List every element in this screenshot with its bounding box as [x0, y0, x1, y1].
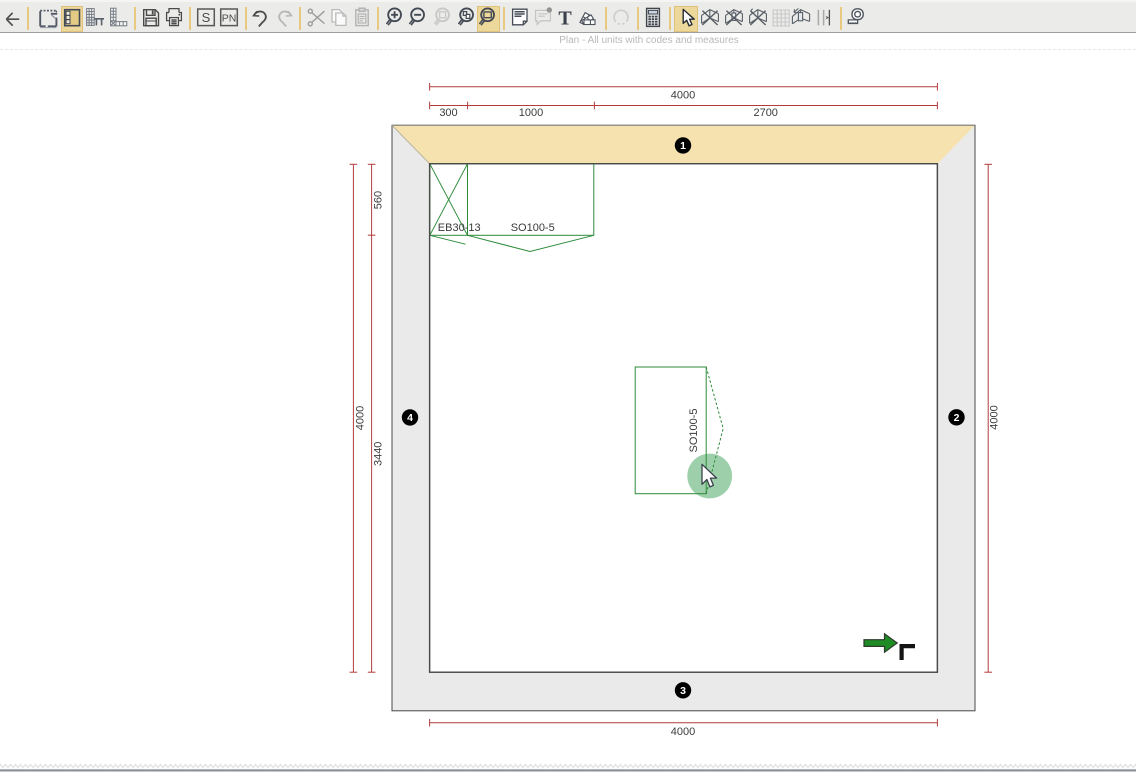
svg-text:560: 560 [373, 191, 385, 209]
svg-text:2: 2 [954, 412, 960, 424]
svg-text:S: S [201, 10, 210, 25]
svg-text:3: 3 [680, 685, 686, 697]
svg-text:2700: 2700 [753, 107, 777, 119]
svg-text:3440: 3440 [373, 442, 385, 466]
svg-text:4000: 4000 [671, 90, 695, 102]
svg-text:1: 1 [680, 140, 686, 152]
svg-text:EB30-13: EB30-13 [438, 222, 481, 234]
svg-text:4: 4 [407, 412, 413, 424]
svg-text:300: 300 [439, 107, 457, 119]
svg-text:SO100-5: SO100-5 [688, 408, 700, 452]
svg-text:PN: PN [221, 13, 236, 25]
svg-text:SO100-5: SO100-5 [511, 222, 555, 234]
svg-text:4000: 4000 [671, 726, 695, 738]
svg-text:4000: 4000 [989, 405, 1001, 429]
svg-text:1000: 1000 [519, 107, 543, 119]
svg-text:4000: 4000 [354, 406, 366, 430]
svg-text:T: T [558, 8, 572, 30]
